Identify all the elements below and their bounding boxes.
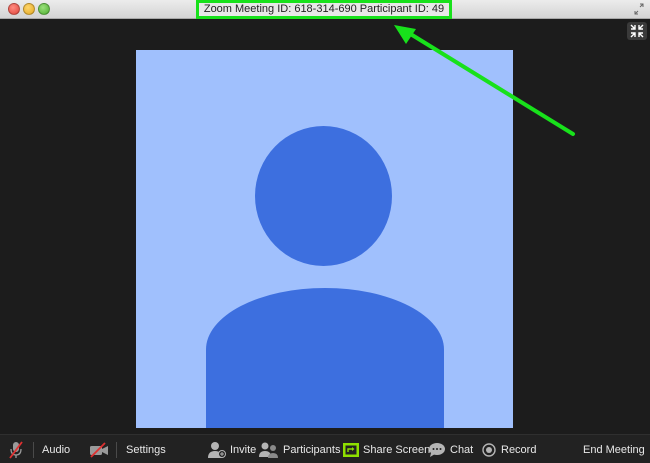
microphone-muted-icon <box>9 440 23 459</box>
audio-label: Audio <box>42 443 71 456</box>
participants-icon <box>259 442 278 458</box>
mute-button[interactable] <box>8 435 24 463</box>
end-meeting-label: End Meeting <box>583 443 645 456</box>
record-icon <box>482 442 496 457</box>
invite-button[interactable]: Invite <box>207 435 256 463</box>
title-highlight-box: Zoom Meeting ID: 618-314-690 Participant… <box>196 0 452 19</box>
fullscreen-toggle-icon[interactable] <box>634 3 644 15</box>
share-screen-icon <box>343 442 359 457</box>
exit-fullscreen-icon <box>630 24 644 38</box>
participants-label: Participants <box>283 443 341 456</box>
record-button[interactable]: Record <box>482 435 536 463</box>
toolbar-separator <box>33 442 34 458</box>
chat-label: Chat <box>450 443 474 456</box>
share-screen-button[interactable]: Share Screen <box>343 435 430 463</box>
stop-video-button[interactable] <box>89 435 109 463</box>
invite-person-icon <box>208 441 226 458</box>
record-label: Record <box>501 443 537 456</box>
exit-fullscreen-button[interactable] <box>627 22 647 40</box>
avatar-head <box>255 126 392 266</box>
audio-button[interactable]: Audio <box>42 435 70 463</box>
settings-button[interactable]: Settings <box>126 435 166 463</box>
invite-label: Invite <box>230 443 257 456</box>
settings-label: Settings <box>126 443 166 456</box>
chat-bubble-icon <box>429 442 445 457</box>
close-window-button[interactable] <box>8 3 20 15</box>
window-title: Zoom Meeting ID: 618-314-690 Participant… <box>203 3 445 15</box>
window-title-bar: Zoom Meeting ID: 618-314-690 Participant… <box>0 0 650 19</box>
participants-button[interactable]: Participants <box>258 435 340 463</box>
chat-button[interactable]: Chat <box>428 435 473 463</box>
share-screen-label: Share Screen <box>363 443 431 456</box>
maximize-window-button[interactable] <box>38 3 50 15</box>
end-meeting-button[interactable]: End Meeting <box>583 435 645 463</box>
toolbar-separator <box>116 442 117 458</box>
minimize-window-button[interactable] <box>23 3 35 15</box>
annotation-arrow <box>394 25 575 136</box>
avatar-body <box>206 288 444 428</box>
meeting-toolbar: Audio Settings Invite Participants Share… <box>0 434 650 463</box>
video-off-icon <box>90 441 108 458</box>
